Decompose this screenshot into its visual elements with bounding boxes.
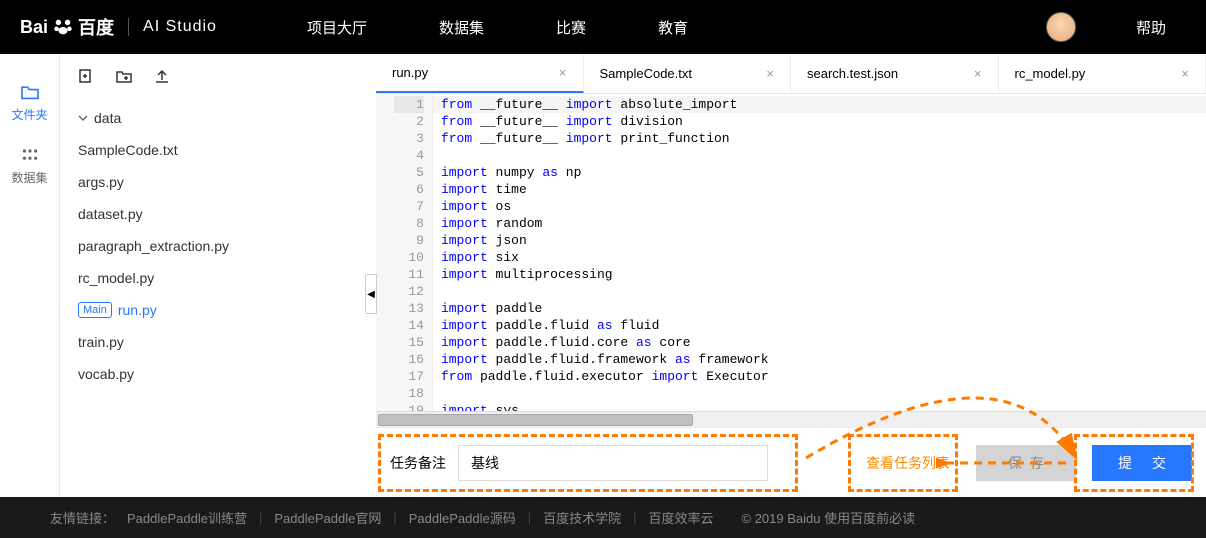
paw-icon (52, 16, 74, 38)
help-link[interactable]: 帮助 (1136, 17, 1166, 38)
footer-link-cloud[interactable]: 百度效率云 (649, 508, 714, 527)
tree-item-vocab[interactable]: vocab.py (74, 358, 362, 390)
code-editor[interactable]: 12345678910111213141516171819▸ 202122232… (376, 94, 1206, 411)
main-badge: Main (78, 302, 112, 318)
tab-search[interactable]: search.test.json× (791, 54, 999, 93)
line-gutter: 12345678910111213141516171819▸ 202122232… (376, 94, 433, 411)
footer: 友情链接： PaddlePaddle训练营| PaddlePaddle官网| P… (0, 497, 1206, 538)
baidu-logo[interactable]: Bai 百度 (20, 14, 114, 40)
new-folder-icon[interactable] (116, 68, 132, 84)
nav-education[interactable]: 教育 (658, 17, 688, 38)
scroll-thumb[interactable] (378, 414, 693, 426)
tree-item-args[interactable]: args.py (74, 166, 362, 198)
close-icon[interactable]: × (766, 66, 774, 81)
upload-icon[interactable] (154, 68, 170, 84)
left-rail: 文件夹 数据集 (0, 54, 60, 497)
main-area: 文件夹 数据集 data SampleCode.txt args.py data… (0, 54, 1206, 497)
close-icon[interactable]: × (559, 65, 567, 80)
tree-item-rcmodel[interactable]: rc_model.py (74, 262, 362, 294)
view-tasks-link[interactable]: 查看任务列表 (866, 453, 950, 473)
chevron-down-icon (78, 113, 88, 123)
footer-link-source[interactable]: PaddlePaddle源码 (409, 508, 516, 527)
logo-divider (128, 18, 129, 36)
horizontal-scrollbar[interactable] (376, 411, 1206, 427)
logo-area: Bai 百度 AI Studio (20, 14, 217, 40)
submit-button[interactable]: 提 交 (1092, 445, 1192, 481)
rail-dataset-label: 数据集 (11, 169, 47, 186)
rail-files-label: 文件夹 (11, 106, 47, 123)
new-file-icon[interactable] (78, 68, 94, 84)
tree-item-run[interactable]: Main run.py (74, 294, 362, 326)
nav-competitions[interactable]: 比赛 (556, 17, 586, 38)
tree-item-train[interactable]: train.py (74, 326, 362, 358)
tree-folder-data[interactable]: data (74, 102, 362, 134)
save-button[interactable]: 保存 (976, 445, 1076, 481)
footer-link-official[interactable]: PaddlePaddle官网 (274, 508, 381, 527)
bottom-bar: 任务备注 查看任务列表 保存 提 交 (376, 427, 1206, 497)
remark-label: 任务备注 (390, 453, 446, 473)
editor-tabs: run.py× SampleCode.txt× search.test.json… (376, 54, 1206, 94)
avatar[interactable] (1046, 12, 1076, 42)
tab-run[interactable]: run.py× (376, 54, 584, 93)
footer-label: 友情链接： (50, 508, 115, 527)
close-icon[interactable]: × (1181, 66, 1189, 81)
logo-text-cn: 百度 (78, 14, 114, 40)
rail-dataset[interactable]: 数据集 (0, 135, 59, 198)
code-body[interactable]: from __future__ import absolute_importfr… (433, 94, 1206, 411)
footer-link-tech[interactable]: 百度技术学院 (543, 508, 621, 527)
tree-item-samplecode[interactable]: SampleCode.txt (74, 134, 362, 166)
nav-projects[interactable]: 项目大厅 (307, 17, 367, 38)
folder-icon (20, 84, 40, 100)
tab-samplecode[interactable]: SampleCode.txt× (584, 54, 792, 93)
remark-input[interactable] (458, 445, 768, 481)
main-nav: 项目大厅 数据集 比赛 教育 (307, 17, 688, 38)
tree-item-paragraph[interactable]: paragraph_extraction.py (74, 230, 362, 262)
collapse-handle[interactable]: ◀ (365, 274, 377, 314)
top-header: Bai 百度 AI Studio 项目大厅 数据集 比赛 教育 帮助 (0, 0, 1206, 54)
logo-text-bai: Bai (20, 17, 48, 38)
rail-files[interactable]: 文件夹 (0, 72, 59, 135)
close-icon[interactable]: × (974, 66, 982, 81)
grid-icon (20, 147, 40, 163)
tree-item-dataset[interactable]: dataset.py (74, 198, 362, 230)
footer-link-training[interactable]: PaddlePaddle训练营 (127, 508, 247, 527)
file-toolbar (60, 54, 376, 98)
header-right: 帮助 (1046, 12, 1186, 42)
file-tree: data SampleCode.txt args.py dataset.py p… (60, 98, 376, 394)
tab-rcmodel[interactable]: rc_model.py× (999, 54, 1206, 93)
folder-name: data (94, 110, 121, 126)
nav-datasets[interactable]: 数据集 (439, 17, 484, 38)
brand-text: AI Studio (143, 18, 217, 36)
editor-area: run.py× SampleCode.txt× search.test.json… (376, 54, 1206, 497)
file-panel: data SampleCode.txt args.py dataset.py p… (60, 54, 376, 497)
footer-copyright: © 2019 Baidu 使用百度前必读 (742, 508, 916, 527)
